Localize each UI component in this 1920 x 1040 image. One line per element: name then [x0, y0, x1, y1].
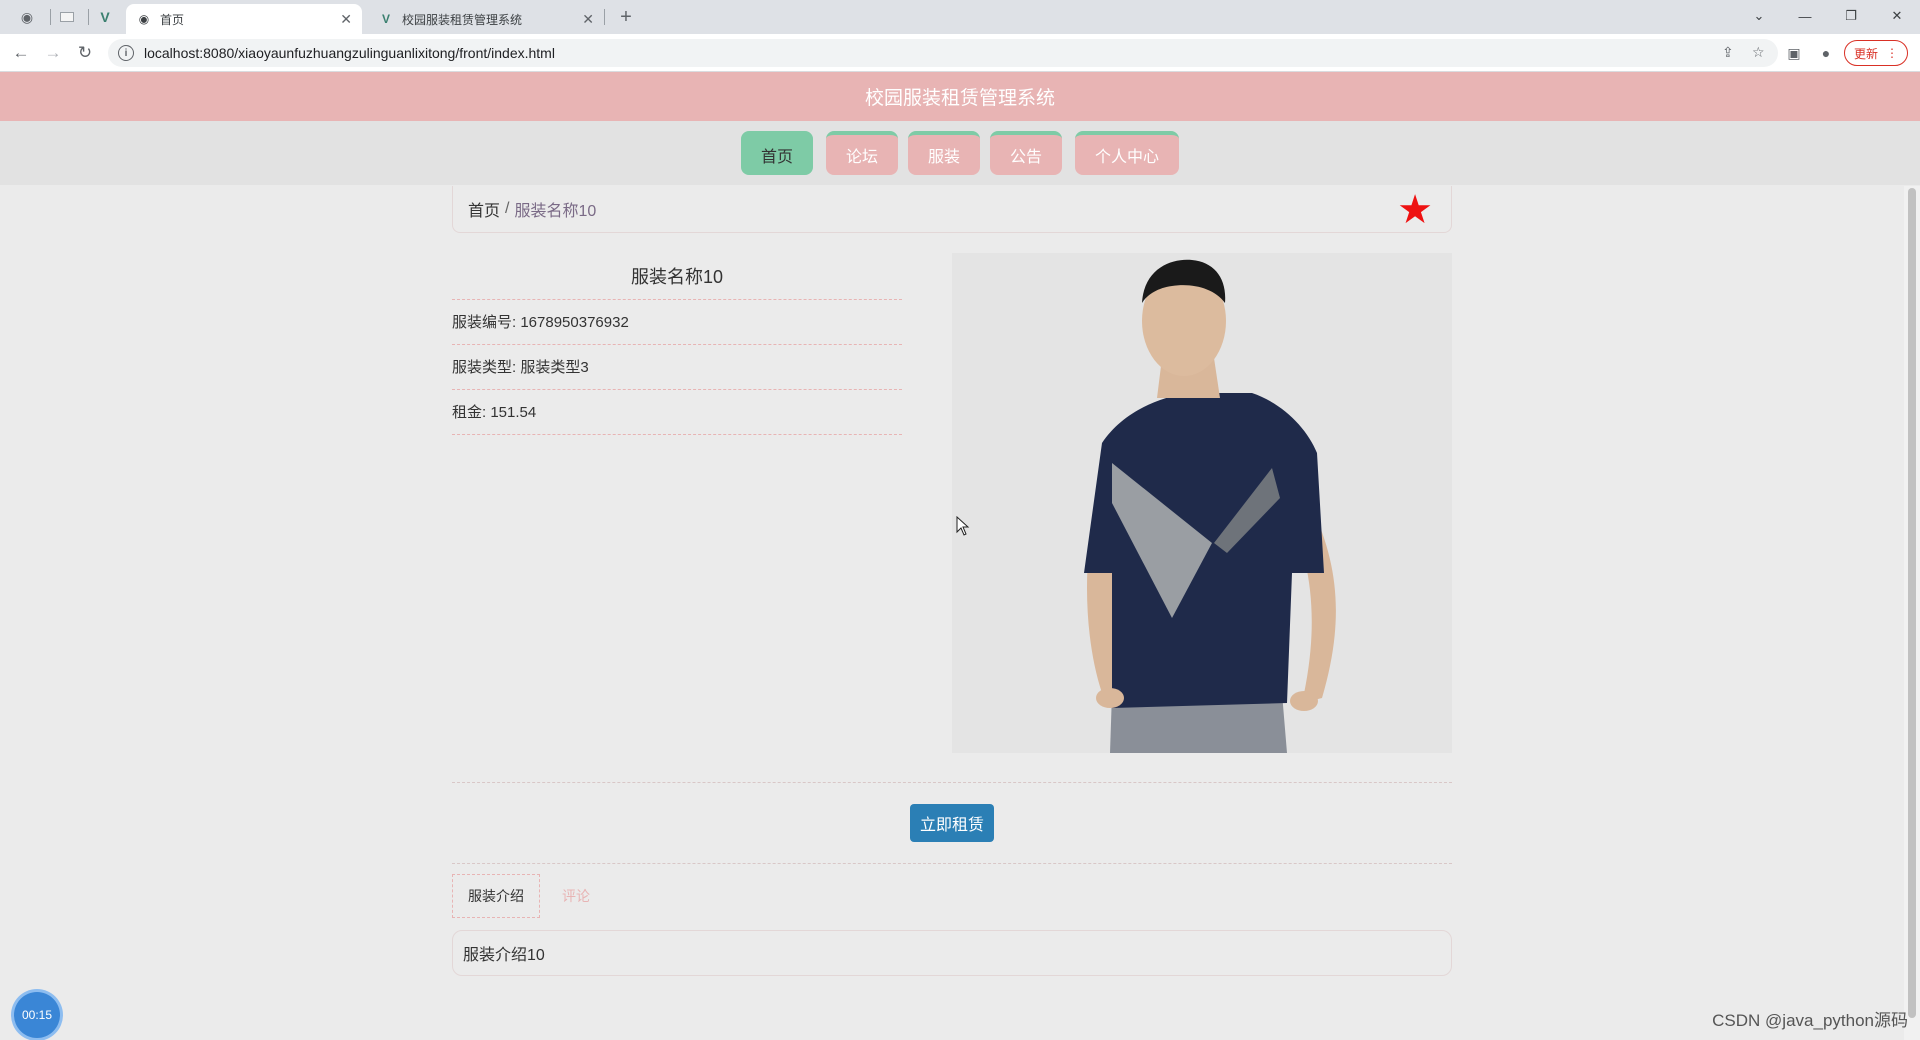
minimize-button[interactable]: —: [1782, 4, 1828, 28]
nav-item-clothing[interactable]: 服装: [908, 131, 980, 175]
vue-icon: V: [100, 9, 110, 25]
product-code-value: 1678950376932: [520, 314, 629, 331]
breadcrumb-separator: /: [505, 200, 510, 217]
page-scrollbar[interactable]: [1904, 186, 1920, 1040]
breadcrumb: 首页 / 服装名称10 ★: [452, 186, 1452, 233]
breadcrumb-home[interactable]: 首页: [468, 197, 500, 221]
recording-timer-badge: 00:15: [14, 992, 60, 1038]
product-info: 服装名称10 服装编号: 1678950376932 服装类型: 服装类型3 租…: [452, 254, 902, 435]
new-tab-button[interactable]: +: [614, 6, 638, 28]
nav-item-home[interactable]: 首页: [741, 131, 813, 175]
close-icon[interactable]: ✕: [582, 11, 594, 28]
tab-product-intro[interactable]: 服装介绍: [452, 874, 540, 918]
address-bar[interactable]: i localhost:8080/xiaoyaunfuzhuangzulingu…: [108, 39, 1778, 67]
tab-title: 校园服装租赁管理系统: [402, 12, 523, 27]
globe-icon: ◉: [20, 8, 34, 25]
info-icon[interactable]: i: [118, 45, 134, 61]
restore-button[interactable]: ❐: [1828, 4, 1874, 28]
share-icon[interactable]: ⇪: [1722, 44, 1734, 61]
restore-icon: ❐: [1845, 8, 1857, 23]
product-price-value: 151.54: [490, 404, 537, 421]
watermark-text: CSDN @java_python源码: [1712, 1011, 1908, 1030]
tab-search-button[interactable]: ⌄: [1736, 4, 1782, 28]
product-photo: [952, 253, 1452, 753]
breadcrumb-current: 服装名称10: [514, 203, 597, 220]
divider: [452, 782, 1452, 783]
side-panel-icon[interactable]: ▣: [1784, 43, 1804, 63]
pinned-tab-blank[interactable]: [50, 6, 84, 28]
tab-title: 首页: [160, 12, 185, 27]
nav-item-notice[interactable]: 公告: [990, 131, 1062, 175]
bookmark-star-icon[interactable]: ☆: [1752, 44, 1765, 61]
close-icon[interactable]: ✕: [340, 11, 352, 28]
tab-separator: [604, 9, 605, 25]
product-type-value: 服装类型3: [520, 359, 589, 376]
more-menu-icon: ⋮: [1886, 46, 1898, 60]
site-title: 校园服装租赁管理系统: [864, 88, 1055, 109]
profile-avatar-icon[interactable]: ●: [1816, 43, 1836, 63]
forward-button[interactable]: →: [42, 42, 64, 64]
product-code-row: 服装编号: 1678950376932: [452, 300, 902, 345]
update-button[interactable]: 更新 ⋮: [1844, 40, 1908, 66]
arrow-right-icon: →: [44, 43, 62, 62]
tab-home[interactable]: ◉ 首页 ✕: [126, 4, 362, 34]
reload-button[interactable]: ↻: [74, 42, 96, 64]
nav-item-personal-center[interactable]: 个人中心: [1075, 131, 1179, 175]
model-tshirt-illustration: [952, 253, 1452, 753]
url-text: localhost:8080/xiaoyaunfuzhuangzulinguan…: [144, 45, 555, 61]
arrow-left-icon: ←: [12, 43, 30, 62]
close-icon: ✕: [1891, 8, 1903, 23]
product-name: 服装名称10: [452, 254, 902, 300]
product-code-label: 服装编号:: [452, 314, 521, 331]
chevron-down-icon: ⌄: [1753, 8, 1765, 23]
scrollbar-thumb[interactable]: [1908, 188, 1916, 1018]
page-icon: [60, 12, 74, 22]
product-intro-content: 服装介绍10: [452, 930, 1452, 976]
browser-tabstrip: ◉ V ◉ 首页 ✕ V 校园服装租赁管理系统 ✕ + ⌄ — ❐ ✕: [0, 0, 1920, 34]
product-type-row: 服装类型: 服装类型3: [452, 345, 902, 390]
globe-icon: ◉: [138, 12, 150, 26]
rent-now-button[interactable]: 立即租赁: [910, 804, 994, 842]
product-price-row: 租金: 151.54: [452, 390, 902, 435]
site-header: 校园服装租赁管理系统: [0, 72, 1920, 121]
favorite-star-icon[interactable]: ★: [1397, 190, 1433, 230]
product-price-label: 租金:: [452, 404, 491, 421]
tab-system[interactable]: V 校园服装租赁管理系统 ✕: [368, 4, 604, 34]
nav-item-forum[interactable]: 论坛: [826, 131, 898, 175]
pinned-tab-vue[interactable]: V: [88, 6, 122, 28]
pinned-tab-globe[interactable]: ◉: [10, 6, 44, 28]
divider: [452, 863, 1452, 864]
tab-comments[interactable]: 评论: [556, 874, 596, 918]
update-label: 更新: [1853, 46, 1878, 61]
mouse-cursor-icon: [956, 516, 970, 536]
browser-toolbar: ← → ↻ i localhost:8080/xiaoyaunfuzhuangz…: [0, 34, 1920, 72]
product-type-label: 服装类型:: [452, 359, 521, 376]
reload-icon: ↻: [77, 43, 93, 62]
vue-icon: V: [381, 12, 390, 26]
main-nav: 首页 论坛 服装 公告 个人中心: [0, 121, 1920, 185]
back-button[interactable]: ←: [10, 42, 32, 64]
minimize-icon: —: [1798, 8, 1812, 24]
close-window-button[interactable]: ✕: [1874, 4, 1920, 28]
